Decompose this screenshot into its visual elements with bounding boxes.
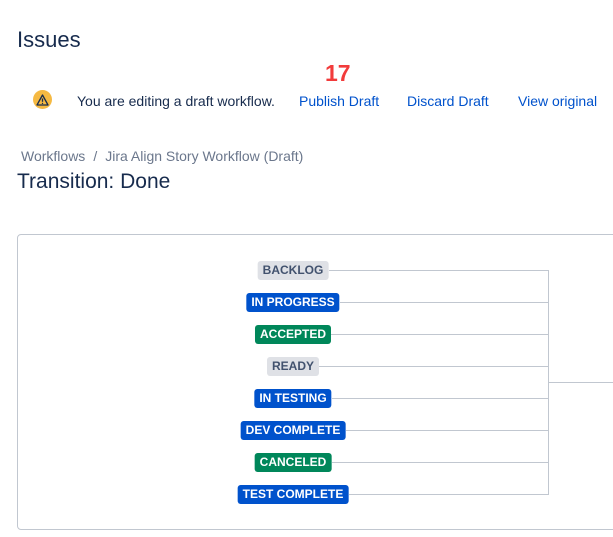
connector-line [345,430,548,431]
page-header-title: Issues [17,27,81,52]
connector-line [331,334,548,335]
view-original-link[interactable]: View original [518,93,597,109]
status-lozenge[interactable]: CANCELED [254,453,332,472]
breadcrumb: Workflows / Jira Align Story Workflow (Dra… [21,148,303,164]
status-lozenge[interactable]: DEV COMPLETE [240,421,346,440]
breadcrumb-workflow[interactable]: Jira Align Story Workflow (Draft) [105,148,303,164]
status-lozenge[interactable]: ACCEPTED [254,325,332,344]
status-lozenge[interactable]: IN TESTING [254,389,332,408]
warning-icon [33,90,52,109]
status-lozenge[interactable]: BACKLOG [257,261,329,280]
connector-line [331,462,548,463]
page-title: Transition: Done [17,170,171,193]
connector-out [548,382,613,383]
status-lozenge[interactable]: READY [266,357,320,376]
connector-line [348,494,548,495]
connector-line [331,398,548,399]
connector-line [328,270,548,271]
status-lozenge[interactable]: TEST COMPLETE [237,485,349,504]
connector-line [339,302,548,303]
discard-draft-link[interactable]: Discard Draft [407,93,489,109]
draft-counter: 17 [325,60,351,86]
publish-draft-link[interactable]: Publish Draft [299,93,379,109]
breadcrumb-workflows[interactable]: Workflows [21,148,85,164]
breadcrumb-separator: / [93,148,98,164]
draft-message: You are editing a draft workflow. [77,93,275,109]
status-lozenge[interactable]: IN PROGRESS [246,293,340,312]
connector-line [319,366,548,367]
